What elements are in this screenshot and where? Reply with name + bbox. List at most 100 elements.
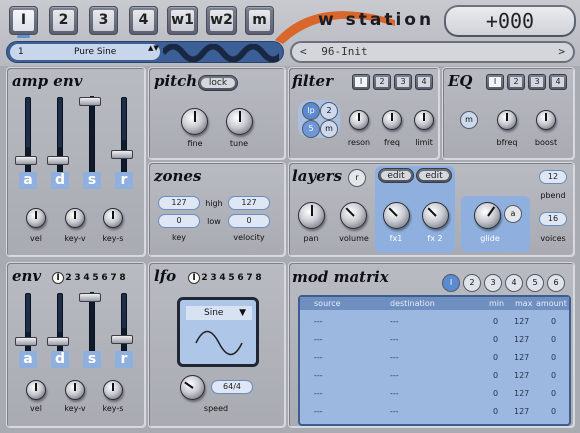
glide-knob[interactable] bbox=[474, 202, 501, 229]
fx2-knob[interactable] bbox=[422, 202, 449, 229]
env-key-v-knob[interactable] bbox=[65, 380, 85, 400]
mod-page-6[interactable]: 6 bbox=[547, 274, 565, 292]
env-select-6[interactable]: 6 bbox=[100, 273, 109, 283]
lfo-speed-knob[interactable] bbox=[180, 375, 205, 400]
fx1-edit-button[interactable]: edit bbox=[378, 168, 414, 183]
amp-env-slider-cap-d[interactable] bbox=[47, 156, 69, 165]
pitch-lock-button[interactable]: lock bbox=[198, 75, 238, 91]
mod-page-5[interactable]: 5 bbox=[526, 274, 544, 292]
table-row[interactable]: --- --- 0 127 0 bbox=[300, 335, 569, 353]
lfo-select-2[interactable]: 2 bbox=[200, 273, 209, 283]
amp-key-v-knob[interactable] bbox=[65, 208, 85, 228]
velocity-high-field[interactable]: 127 bbox=[228, 196, 270, 210]
mod-page-4[interactable]: 4 bbox=[505, 274, 523, 292]
lfo-select-3[interactable]: 3 bbox=[209, 273, 218, 283]
filter-mode-lp[interactable]: lp bbox=[302, 102, 320, 120]
env-select-3[interactable]: 3 bbox=[73, 273, 82, 283]
env-select-4[interactable]: 4 bbox=[82, 273, 91, 283]
mod-page-3[interactable]: 3 bbox=[484, 274, 502, 292]
amp-env-slider-cap-r[interactable] bbox=[111, 150, 133, 159]
preset-selector[interactable]: < 96-Init > bbox=[290, 41, 575, 63]
tab-4[interactable]: 4 bbox=[129, 6, 158, 35]
pbend-field[interactable]: 12 bbox=[539, 170, 567, 184]
filter-mode-m[interactable]: m bbox=[320, 120, 338, 138]
limit-knob[interactable] bbox=[414, 110, 434, 130]
lfo-select-4[interactable]: 4 bbox=[218, 273, 227, 283]
mod-page-1[interactable]: I bbox=[442, 274, 460, 292]
fine-knob[interactable] bbox=[181, 108, 208, 135]
pitch-title: pitch bbox=[154, 72, 198, 90]
env-select-1[interactable]: I bbox=[52, 272, 64, 284]
filter-button-4[interactable]: 4 bbox=[415, 74, 433, 90]
fx2-edit-button[interactable]: edit bbox=[416, 168, 452, 183]
env-select-8[interactable]: 8 bbox=[118, 273, 127, 283]
pbend-label: pbend bbox=[540, 191, 566, 200]
lfo-select-6[interactable]: 6 bbox=[236, 273, 245, 283]
eq-button-4[interactable]: 4 bbox=[549, 74, 567, 90]
env-select-7[interactable]: 7 bbox=[109, 273, 118, 283]
tab-1[interactable]: I bbox=[9, 6, 38, 38]
velocity-low-field[interactable]: 0 bbox=[228, 214, 270, 228]
reson-knob[interactable] bbox=[349, 110, 369, 130]
volume-knob[interactable] bbox=[340, 202, 367, 229]
lfo-select-7[interactable]: 7 bbox=[245, 273, 254, 283]
table-row[interactable]: --- --- 0 127 0 bbox=[300, 389, 569, 407]
fx1-knob[interactable] bbox=[383, 202, 410, 229]
table-row[interactable]: --- --- 0 127 0 bbox=[300, 371, 569, 389]
lfo-speed-field[interactable]: 64/4 bbox=[211, 380, 253, 394]
amp-env-slider-cap-s[interactable] bbox=[79, 97, 101, 106]
lfo-waveform-select[interactable]: Sine ▼ bbox=[186, 306, 252, 320]
pan-label: pan bbox=[303, 234, 319, 243]
tab-w1[interactable]: w1 bbox=[167, 6, 198, 35]
filter-button-3[interactable]: 3 bbox=[394, 74, 412, 90]
bfreq-knob[interactable] bbox=[497, 110, 517, 130]
env-vel-knob[interactable] bbox=[26, 380, 46, 400]
preset-prev-arrow[interactable]: < bbox=[300, 45, 307, 58]
mod-page-2[interactable]: 2 bbox=[463, 274, 481, 292]
pan-knob[interactable] bbox=[298, 202, 325, 229]
env-slider-cap-s[interactable] bbox=[79, 293, 101, 302]
patch-name: Pure Sine bbox=[74, 47, 117, 57]
layers-r-button[interactable]: r bbox=[348, 169, 366, 187]
freq-knob[interactable] bbox=[382, 110, 402, 130]
eq-button-2[interactable]: 2 bbox=[507, 74, 525, 90]
boost-knob[interactable] bbox=[536, 110, 556, 130]
lfo-select-1[interactable]: I bbox=[188, 272, 200, 284]
lfo-select-5[interactable]: 5 bbox=[227, 273, 236, 283]
amp-env-slider-cap-a[interactable] bbox=[15, 156, 37, 165]
env-select-2[interactable]: 2 bbox=[64, 273, 73, 283]
tab-3[interactable]: 3 bbox=[89, 6, 118, 35]
limit-label: limit bbox=[415, 138, 433, 147]
env-slider-cap-r[interactable] bbox=[111, 335, 133, 344]
table-row[interactable]: --- --- 0 127 0 bbox=[300, 353, 569, 371]
table-row[interactable]: --- --- 0 127 0 bbox=[300, 317, 569, 335]
env-select-5[interactable]: 5 bbox=[91, 273, 100, 283]
filter-mode-5[interactable]: 5 bbox=[302, 120, 320, 138]
voices-field[interactable]: 16 bbox=[539, 212, 567, 226]
filter-button-1[interactable]: I bbox=[352, 74, 370, 90]
eq-button-3[interactable]: 3 bbox=[528, 74, 546, 90]
key-low-field[interactable]: 0 bbox=[158, 214, 200, 228]
env-key-s-knob[interactable] bbox=[103, 380, 123, 400]
filter-mode-2[interactable]: 2 bbox=[320, 102, 338, 120]
key-high-field[interactable]: 127 bbox=[158, 196, 200, 210]
tab-2[interactable]: 2 bbox=[49, 6, 78, 35]
lfo-select-8[interactable]: 8 bbox=[254, 273, 263, 283]
waveform-patch-selector[interactable]: 1 Pure Sine ▲▼ bbox=[6, 41, 284, 63]
tune-knob[interactable] bbox=[226, 108, 253, 135]
amp-key-s-label: key-s bbox=[102, 234, 124, 243]
amp-vel-knob[interactable] bbox=[26, 208, 46, 228]
app-logo: w station bbox=[318, 10, 435, 30]
amp-key-s-knob[interactable] bbox=[103, 208, 123, 228]
tab-w2[interactable]: w2 bbox=[206, 6, 237, 35]
filter-button-2[interactable]: 2 bbox=[373, 74, 391, 90]
env-slider-cap-a[interactable] bbox=[15, 337, 37, 346]
eq-button-1[interactable]: I bbox=[486, 74, 504, 90]
eq-m-button[interactable]: m bbox=[460, 111, 478, 129]
preset-next-arrow[interactable]: > bbox=[558, 43, 565, 61]
tab-m[interactable]: m bbox=[245, 6, 274, 35]
env-slider-cap-d[interactable] bbox=[47, 337, 69, 346]
glide-a-button[interactable]: a bbox=[504, 205, 522, 223]
table-row[interactable]: --- --- 0 127 0 bbox=[300, 407, 569, 425]
up-down-arrows-icon[interactable]: ▲▼ bbox=[148, 44, 159, 52]
